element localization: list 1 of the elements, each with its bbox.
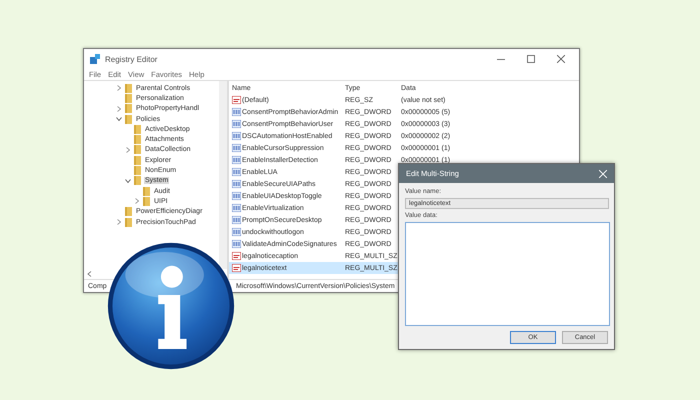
window-title: Registry Editor xyxy=(105,54,158,64)
